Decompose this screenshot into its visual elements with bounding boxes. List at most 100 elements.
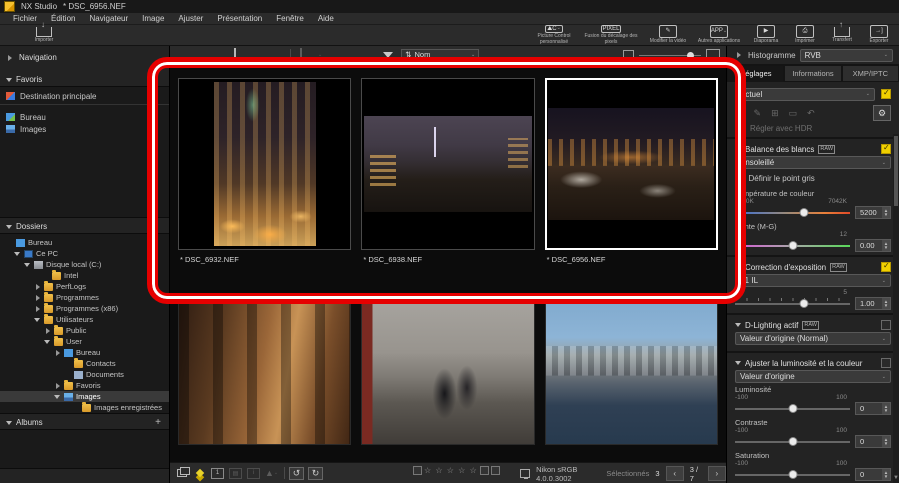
preset-dropdown[interactable]: Actuel⌄ [735, 88, 875, 101]
sheet-view-icon[interactable] [233, 49, 244, 60]
label-filter-icon[interactable] [193, 468, 206, 479]
rotate-right-button[interactable]: ↻ [308, 467, 323, 480]
star-rating[interactable]: ☆ ☆ ☆ ☆ ☆ [424, 466, 478, 475]
thumbnail-row2-2[interactable] [361, 295, 534, 445]
menu-edition[interactable]: Édition [44, 14, 82, 23]
add-adjustment-icon[interactable]: ⊞ [771, 108, 779, 119]
thumbnail-large-icon[interactable] [706, 49, 720, 61]
tree-item-user[interactable]: User [0, 336, 169, 347]
transfer-button[interactable]: Transfert [825, 25, 859, 45]
tree-item-documents[interactable]: Documents [0, 369, 169, 380]
edit-adjustments-icon[interactable]: ✎ [754, 108, 762, 119]
white-balance-checkbox[interactable] [881, 144, 891, 154]
picture-control-button[interactable]: ⛰C⌄ Picture Control personnalisé [531, 25, 577, 45]
temperature-value[interactable]: 5200 ▲▼ [855, 206, 891, 219]
albums-section-header[interactable]: Albums + [0, 416, 169, 429]
add-album-button[interactable]: + [155, 417, 161, 428]
brightness-color-checkbox[interactable] [881, 358, 891, 368]
stack-view-icon[interactable] [175, 468, 188, 479]
color-label-box[interactable] [480, 466, 489, 475]
exposure-value[interactable]: 1.00 ▲▼ [855, 297, 891, 310]
export-button[interactable]: →] Exporter [862, 25, 896, 45]
saturation-slider[interactable] [735, 469, 850, 480]
contraste-value[interactable]: 0▲▼ [855, 435, 891, 448]
tree-item-disque-local-c[interactable]: Disque local (C:) [0, 259, 169, 270]
favorite-bureau[interactable]: Bureau [0, 111, 169, 123]
luminosite-value[interactable]: 0▲▼ [855, 402, 891, 415]
print-button[interactable]: ⎙ Imprimer [788, 25, 822, 45]
next-image-button[interactable]: › [708, 466, 726, 481]
tree-item-programmes[interactable]: Programmes [0, 292, 169, 303]
single-frame-icon[interactable]: 1 [211, 468, 224, 479]
favorite-destination-principale[interactable]: Destination principale [0, 90, 169, 102]
thumbnail-row2-1[interactable] [178, 295, 351, 445]
revert-icon[interactable]: ↶ [807, 108, 815, 119]
tab-informations[interactable]: Informations [784, 65, 841, 82]
menu-fenetre[interactable]: Fenêtre [269, 14, 311, 23]
rating-zero-box[interactable] [413, 466, 422, 475]
grid-overlay-icon[interactable]: ▤ [229, 468, 242, 479]
rotate-left-button[interactable]: ↺ [289, 467, 304, 480]
thumbnail-size-slider[interactable] [639, 51, 701, 59]
scrollbar-thumb[interactable] [894, 136, 898, 206]
gray-point-button[interactable]: ▣ Définir le point gris [735, 171, 891, 186]
channel-dropdown[interactable]: RVB⌄ [800, 49, 893, 62]
tree-item-images-selected[interactable]: Images [0, 391, 169, 402]
copy-adjustments-icon[interactable]: ▣ [735, 108, 744, 119]
exposure-checkbox[interactable] [881, 262, 891, 272]
saturation-value[interactable]: 0▲▼ [855, 468, 891, 481]
menu-presentation[interactable]: Présentation [210, 14, 269, 23]
single-view-icon[interactable] [214, 49, 225, 60]
contraste-slider[interactable] [735, 436, 850, 447]
info-overlay-icon[interactable]: i [247, 468, 260, 479]
d-lighting-dropdown[interactable]: Valeur d'origine (Normal)⌄ [735, 332, 891, 345]
gear-icon[interactable]: ⚙ [873, 105, 891, 121]
folders-section-header[interactable]: Dossiers [0, 220, 169, 233]
menu-ajuster[interactable]: Ajuster [171, 14, 210, 23]
tree-item-user-bureau[interactable]: Bureau [0, 347, 169, 358]
tab-xmp-iptc[interactable]: XMP/IPTC [842, 65, 899, 82]
white-balance-dropdown[interactable]: Ensoleillé⌄ [735, 156, 891, 169]
tree-item-perflogs[interactable]: PerfLogs [0, 281, 169, 292]
tree-item-public[interactable]: Public [0, 325, 169, 336]
tree-item-intel[interactable]: Intel [0, 270, 169, 281]
scroll-down-arrow[interactable]: ▼ [893, 474, 899, 483]
other-apps-button[interactable]: APP⌄ Autres applications [694, 25, 744, 45]
exposure-slider[interactable] [735, 298, 850, 309]
thumbnail-row2-3[interactable] [545, 295, 718, 445]
inspector-scrollbar[interactable]: ▼ [893, 134, 899, 483]
navigation-section-header[interactable]: Navigation [0, 51, 169, 64]
import-button[interactable]: Importer [14, 25, 74, 45]
temperature-slider[interactable] [735, 207, 850, 218]
menu-navigateur[interactable]: Navigateur [82, 14, 135, 23]
tree-item-programmes-x86[interactable]: Programmes (x86) [0, 303, 169, 314]
thumbnail-small-icon[interactable] [623, 50, 634, 60]
multi-view-icon[interactable] [252, 49, 263, 60]
compare-view-icon[interactable] [271, 49, 282, 60]
luminosite-slider[interactable] [735, 403, 850, 414]
brightness-color-dropdown[interactable]: Valeur d'origine⌄ [735, 370, 891, 383]
stepper-arrows[interactable]: ▲▼ [882, 298, 890, 309]
rating-control[interactable]: ☆ ☆ ☆ ☆ ☆ [413, 466, 500, 475]
d-lighting-checkbox[interactable] [881, 320, 891, 330]
color-label-box[interactable] [491, 466, 500, 475]
thumbnail-dsc-6956-selected[interactable]: * DSC_6956.NEF [545, 78, 718, 269]
tree-item-favoris[interactable]: Favoris [0, 380, 169, 391]
list-view-icon[interactable] [195, 49, 206, 60]
sort-dropdown[interactable]: ⇅ Nom ⌄ [401, 49, 479, 61]
tree-item-utilisateurs[interactable]: Utilisateurs [0, 314, 169, 325]
favorite-images[interactable]: Images [0, 123, 169, 135]
pixel-shift-button[interactable]: PIXEL Fusion du décalage des pixels [580, 25, 642, 45]
exposure-dropdown[interactable]: +1 IL⌄ [735, 274, 891, 287]
thumbnail-dsc-6932[interactable]: * DSC_6932.NEF [178, 78, 351, 269]
tab-reglages[interactable]: Réglages [727, 65, 784, 82]
stepper-arrows[interactable]: ▲▼ [882, 240, 890, 251]
stepper-arrows[interactable]: ▲▼ [882, 207, 890, 218]
tree-item-ce-pc[interactable]: Ce PC [0, 248, 169, 259]
tree-item-images-enregistrees[interactable]: Images enregistrées [0, 402, 169, 413]
thumbnail-dsc-6938[interactable]: * DSC_6938.NEF [361, 78, 534, 269]
tint-slider[interactable] [735, 240, 850, 251]
favorites-section-header[interactable]: Favoris [0, 73, 169, 86]
tree-item-contacts[interactable]: Contacts [0, 358, 169, 369]
histogram-overlay-icon[interactable]: ▲⌄ [265, 468, 278, 479]
